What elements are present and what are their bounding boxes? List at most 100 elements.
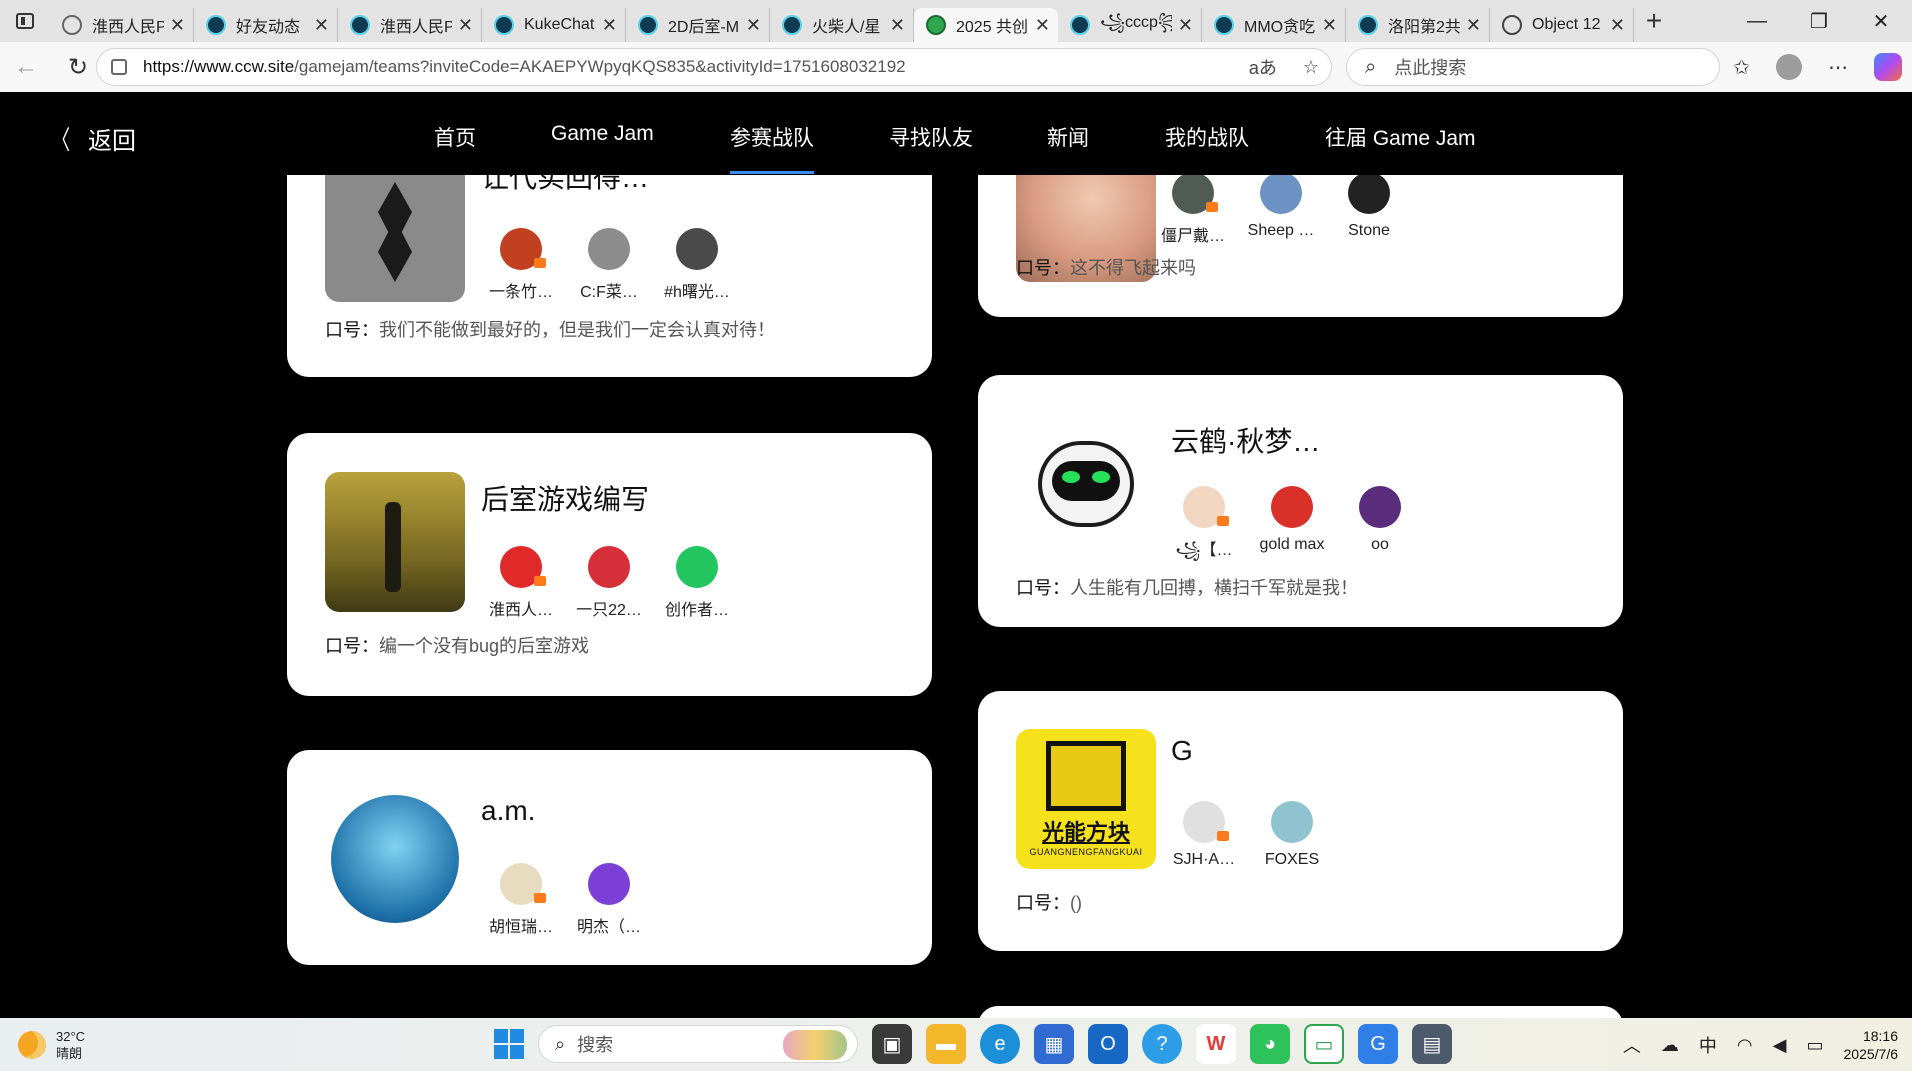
member-item[interactable]: 一条竹… <box>477 228 565 302</box>
tab-list: 淮西人民P ✕ 好友动态 ✕ 淮西人民P ✕ KukeChat ✕ 2D后室-M ✕ 火柴人/星 ✕ 2… <box>50 0 1634 42</box>
outlook-icon[interactable]: O <box>1088 1024 1128 1064</box>
moon-icon <box>18 1031 46 1059</box>
wps-icon[interactable]: W <box>1196 1024 1236 1064</box>
new-tab-button[interactable]: + <box>1634 0 1674 42</box>
close-tab-icon[interactable]: ✕ <box>602 15 617 36</box>
tab-title: ꧁cccp꧂ <box>1100 13 1172 31</box>
volume-icon[interactable]: ◀ <box>1773 1035 1787 1056</box>
tab-actions-button[interactable] <box>0 0 50 42</box>
g-app-icon[interactable]: G <box>1358 1024 1398 1064</box>
clock[interactable]: 18:16 2025/7/6 <box>1844 1027 1899 1063</box>
screen-share-icon[interactable]: ▭ <box>1304 1024 1344 1064</box>
browser-tab[interactable]: 火柴人/星 ✕ <box>770 8 914 42</box>
task-view-icon[interactable]: ▣ <box>872 1024 912 1064</box>
member-item[interactable]: SJH·A… <box>1160 801 1248 869</box>
team-logo[interactable] <box>325 472 465 612</box>
read-aloud-icon[interactable]: aあ <box>1249 54 1277 80</box>
nav-item[interactable]: 我的战队 <box>1165 122 1249 152</box>
taskbar-search[interactable]: ⌕ 搜索 <box>538 1025 858 1063</box>
team-logo[interactable]: 光能方块 GUANGNENGFANGKUAI <box>1016 729 1156 869</box>
profile-avatar[interactable] <box>1776 54 1802 80</box>
member-item[interactable]: 淮西人… <box>477 546 565 620</box>
close-tab-icon[interactable]: ✕ <box>314 15 329 36</box>
back-link[interactable]: 〈 返回 <box>48 120 136 157</box>
calculator-icon[interactable]: ▤ <box>1412 1024 1452 1064</box>
file-explorer-icon[interactable]: ▬ <box>926 1024 966 1064</box>
member-item[interactable]: C:F菜… <box>565 228 653 302</box>
browser-tab[interactable]: 洛阳第2共 ✕ <box>1346 8 1490 42</box>
member-name: 僵尸戴… <box>1160 228 1225 245</box>
member-item[interactable]: FOXES <box>1248 801 1336 869</box>
browser-tab[interactable]: KukeChat ✕ <box>482 8 626 42</box>
team-name[interactable]: G <box>1171 735 1193 767</box>
member-item[interactable]: 创作者… <box>653 546 741 620</box>
wechat-icon[interactable]: ◕ <box>1250 1024 1290 1064</box>
close-tab-icon[interactable]: ✕ <box>170 15 185 36</box>
store-icon[interactable]: ▦ <box>1034 1024 1074 1064</box>
back-nav-button[interactable]: ← <box>0 42 52 92</box>
member-item[interactable]: 僵尸戴… <box>1149 172 1237 246</box>
member-item[interactable]: Stone <box>1325 172 1413 246</box>
nav-item[interactable]: 首页 <box>434 122 476 152</box>
member-item[interactable]: gold max <box>1248 486 1336 570</box>
browser-tab[interactable]: MMO贪吃 ✕ <box>1202 8 1346 42</box>
copilot-icon[interactable] <box>1874 53 1902 81</box>
team-logo[interactable] <box>325 789 465 929</box>
member-item[interactable]: #h曙光… <box>653 228 741 302</box>
more-menu-icon[interactable]: ⋯ <box>1828 55 1848 80</box>
minimize-button[interactable]: — <box>1726 0 1788 42</box>
close-tab-icon[interactable]: ✕ <box>1466 15 1481 36</box>
team-logo[interactable] <box>1016 414 1156 554</box>
team-logo[interactable] <box>325 162 465 302</box>
browser-tab[interactable]: 淮西人民P ✕ <box>50 8 194 42</box>
help-icon[interactable]: ? <box>1142 1024 1182 1064</box>
site-info-icon[interactable] <box>111 59 127 75</box>
team-name[interactable]: a.m. <box>481 795 535 827</box>
browser-tab[interactable]: 2025 共创 ✕ <box>914 8 1058 42</box>
battery-icon[interactable]: ▭ <box>1806 1035 1823 1056</box>
close-tab-icon[interactable]: ✕ <box>1178 15 1193 36</box>
member-item[interactable]: 明杰（… <box>565 863 653 937</box>
nav-item[interactable]: 寻找队友 <box>889 122 973 152</box>
member-item[interactable]: oo <box>1336 486 1424 570</box>
wifi-icon[interactable]: ◠ <box>1737 1035 1753 1056</box>
favorites-icon[interactable]: ✩ <box>1733 55 1750 80</box>
member-item[interactable]: Sheep … <box>1237 172 1325 246</box>
edge-browser-icon[interactable]: e <box>980 1024 1020 1064</box>
tab-title: 好友动态 <box>236 19 301 36</box>
restore-button[interactable]: ❐ <box>1788 0 1850 42</box>
browser-toolbar: ← ↻ https://www.ccw.site/gamejam/teams?i… <box>0 42 1912 92</box>
weather-widget[interactable]: 32°C 晴朗 <box>18 1028 85 1062</box>
browser-tab[interactable]: 2D后室-M ✕ <box>626 8 770 42</box>
member-item[interactable]: ꧁【… <box>1160 486 1248 570</box>
close-tab-icon[interactable]: ✕ <box>1322 15 1337 36</box>
nav-item[interactable]: Game Jam <box>551 122 654 146</box>
team-card-partial[interactable] <box>978 1006 1623 1018</box>
close-tab-icon[interactable]: ✕ <box>746 15 761 36</box>
browser-search-box[interactable]: ⌕ 点此搜索 <box>1346 48 1720 86</box>
close-tab-icon[interactable]: ✕ <box>458 15 473 36</box>
browser-tab[interactable]: 淮西人民P ✕ <box>338 8 482 42</box>
member-item[interactable]: 一只22… <box>565 546 653 620</box>
browser-tab[interactable]: ꧁cccp꧂ ✕ <box>1058 8 1202 42</box>
nav-item[interactable]: 参赛战队 <box>730 122 814 174</box>
browser-tab[interactable]: 好友动态 ✕ <box>194 8 338 42</box>
close-tab-icon[interactable]: ✕ <box>1035 15 1050 36</box>
address-bar[interactable]: https://www.ccw.site/gamejam/teams?invit… <box>96 48 1332 86</box>
nav-item[interactable]: 往届 Game Jam <box>1325 122 1476 152</box>
browser-tab[interactable]: Object 12 ✕ <box>1490 8 1634 42</box>
close-window-button[interactable]: ✕ <box>1850 0 1912 42</box>
chevron-up-icon[interactable]: ︿ <box>1623 1032 1641 1058</box>
windows-start-icon[interactable] <box>494 1029 524 1059</box>
team-name[interactable]: 云鹤·秋梦… <box>1171 420 1320 460</box>
member-item[interactable]: 胡恒瑞… <box>477 863 565 937</box>
nav-item[interactable]: 新闻 <box>1047 122 1089 152</box>
ime-indicator[interactable]: 中 <box>1699 1032 1717 1058</box>
close-tab-icon[interactable]: ✕ <box>1610 15 1625 36</box>
close-tab-icon[interactable]: ✕ <box>890 15 905 36</box>
team-name[interactable]: 后室游戏编写 <box>481 478 649 518</box>
member-name: 创作者… <box>664 602 729 619</box>
onedrive-icon[interactable]: ☁ <box>1661 1035 1679 1056</box>
team-slogan: 口号：这不得飞起来吗 <box>1016 254 1196 280</box>
favorite-star-icon[interactable]: ☆ <box>1303 57 1319 78</box>
